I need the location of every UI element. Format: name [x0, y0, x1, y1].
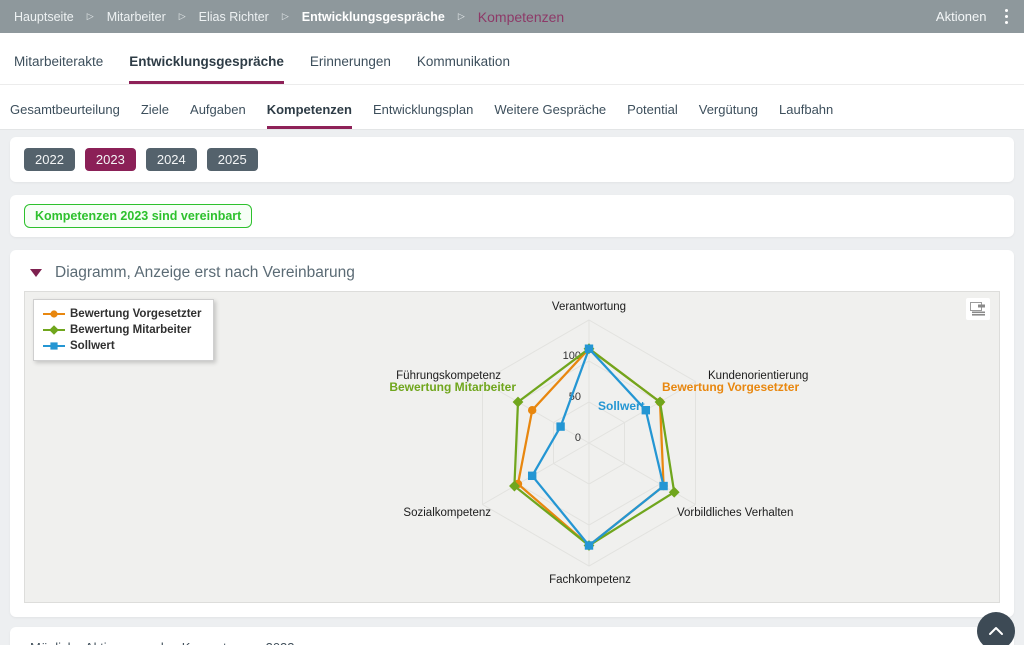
subtab-entwicklungsplan[interactable]: Entwicklungsplan — [373, 102, 473, 129]
footer-actions-card: Mögliche Aktionen zu den Kompetenzen 202… — [10, 627, 1014, 645]
app-root: Hauptseite ▷ Mitarbeiter ▷ Elias Richter ▷ Ent… — [0, 0, 1024, 645]
tab-kommunikation[interactable]: Kommunikation — [417, 54, 510, 84]
year-filter-card: 2022 2023 2024 2025 — [10, 137, 1014, 182]
chart-legend: Bewertung Vorgesetzter Bewertung Mitarbei… — [33, 299, 214, 361]
breadcrumb-separator-icon: ▷ — [458, 11, 465, 22]
secondary-tab-bar: Gesamtbeurteilung Ziele Aufgaben Kompetenze… — [0, 85, 1024, 130]
svg-text:Sozialkompetenz: Sozialkompetenz — [403, 507, 491, 519]
tab-entwicklungsgespräche[interactable]: Entwicklungsgespräche — [129, 54, 284, 84]
chevron-up-icon — [988, 626, 1004, 636]
breadcrumb: Hauptseite ▷ Mitarbeiter ▷ Elias Richter ▷ Ent… — [14, 9, 564, 25]
year-button-2025[interactable]: 2025 — [207, 148, 258, 171]
legend-item-circle[interactable]: Bewertung Vorgesetzter — [43, 308, 201, 320]
diagram-section-title: Diagramm, Anzeige erst nach Vereinbarung — [55, 264, 355, 282]
radar-chart-panel: Bewertung Vorgesetzter Bewertung Mitarbei… — [24, 291, 1000, 603]
legend-label: Bewertung Vorgesetzter — [70, 308, 201, 320]
status-badge: Kompetenzen 2023 sind vereinbart — [24, 204, 252, 228]
legend-item-square[interactable]: Sollwert — [43, 340, 201, 352]
subtab-laufbahn[interactable]: Laufbahn — [779, 102, 833, 129]
chart-export-menu-icon[interactable] — [966, 298, 990, 320]
year-button-2023[interactable]: 2023 — [85, 148, 136, 171]
subtab-kompetenzen[interactable]: Kompetenzen — [267, 102, 352, 129]
footer-actions-title: Mögliche Aktionen zu den Kompetenzen 202… — [30, 640, 295, 645]
breadcrumb-bar: Hauptseite ▷ Mitarbeiter ▷ Elias Richter ▷ Ent… — [0, 0, 1024, 33]
year-button-2022[interactable]: 2022 — [24, 148, 75, 171]
diagram-card: Diagramm, Anzeige erst nach Vereinbarung… — [10, 250, 1014, 617]
actions-button[interactable]: Aktionen — [936, 9, 987, 24]
scroll-top-button[interactable] — [977, 612, 1015, 645]
tab-mitarbeiterakte[interactable]: Mitarbeiterakte — [14, 54, 103, 84]
collapse-caret-icon — [30, 269, 42, 277]
legend-label: Bewertung Mitarbeiter — [70, 324, 191, 336]
primary-tab-bar: Mitarbeiterakte Entwicklungsgespräche Erin… — [0, 33, 1024, 85]
svg-text:Sollwert: Sollwert — [598, 399, 645, 413]
legend-marker-diamond-icon — [43, 324, 65, 336]
svg-text:Verantwortung: Verantwortung — [552, 301, 626, 313]
breadcrumb-item-hauptseite[interactable]: Hauptseite — [14, 10, 74, 24]
subtab-potential[interactable]: Potential — [627, 102, 678, 129]
breadcrumb-item-entwicklungsgespräche[interactable]: Entwicklungsgespräche — [302, 10, 445, 24]
subtab-gesamtbeurteilung[interactable]: Gesamtbeurteilung — [10, 102, 120, 129]
svg-text:Bewertung Vorgesetzter: Bewertung Vorgesetzter — [662, 380, 799, 394]
svg-text:Bewertung Mitarbeiter: Bewertung Mitarbeiter — [389, 380, 516, 394]
breadcrumb-item-kompetenzen[interactable]: Kompetenzen — [478, 9, 564, 25]
subtab-weitere-gespräche[interactable]: Weitere Gespräche — [494, 102, 606, 129]
svg-text:Fachkompetenz: Fachkompetenz — [549, 574, 631, 586]
year-button-2024[interactable]: 2024 — [146, 148, 197, 171]
breadcrumb-separator-icon: ▷ — [282, 11, 289, 22]
breadcrumb-separator-icon: ▷ — [179, 11, 186, 22]
legend-label: Sollwert — [70, 340, 115, 352]
kebab-menu-icon[interactable] — [1003, 7, 1011, 27]
topbar-actions: Aktionen — [936, 7, 1010, 27]
subtab-ziele[interactable]: Ziele — [141, 102, 169, 129]
breadcrumb-item-mitarbeiter[interactable]: Mitarbeiter — [107, 10, 166, 24]
diagram-section-header[interactable]: Diagramm, Anzeige erst nach Vereinbarung — [24, 260, 1000, 291]
svg-text:Vorbildliches Verhalten: Vorbildliches Verhalten — [677, 507, 793, 519]
legend-marker-circle-icon — [43, 308, 65, 320]
svg-text:0: 0 — [575, 432, 581, 444]
breadcrumb-separator-icon: ▷ — [87, 11, 94, 22]
subtab-aufgaben[interactable]: Aufgaben — [190, 102, 246, 129]
content: 2022 2023 2024 2025 Kompetenzen 2023 sind v… — [0, 137, 1024, 645]
legend-item-diamond[interactable]: Bewertung Mitarbeiter — [43, 324, 201, 336]
legend-marker-square-icon — [43, 340, 65, 352]
status-card: Kompetenzen 2023 sind vereinbart — [10, 195, 1014, 237]
subtab-vergütung[interactable]: Vergütung — [699, 102, 758, 129]
breadcrumb-item-elias-richter[interactable]: Elias Richter — [199, 10, 269, 24]
tab-erinnerungen[interactable]: Erinnerungen — [310, 54, 391, 84]
